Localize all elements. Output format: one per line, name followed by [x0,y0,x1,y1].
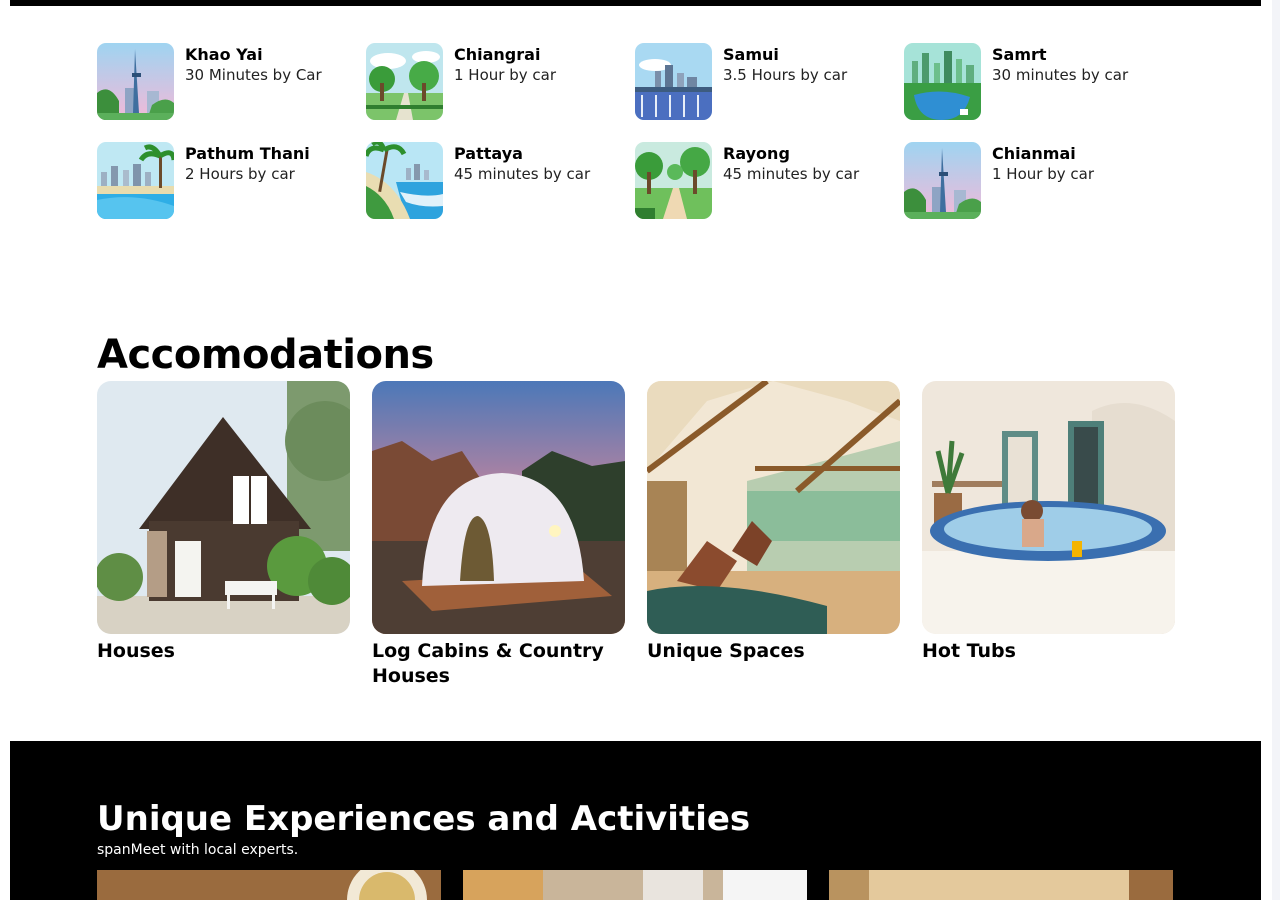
destination-item[interactable]: Khao Yai 30 Minutes by Car [97,43,366,120]
destination-name: Khao Yai [185,45,263,64]
experiences-section: Unique Experiences and Activities spanMe… [10,741,1261,900]
destination-name: Samrt [992,45,1047,64]
palm-beach-icon [366,142,443,219]
experiences-title: Unique Experiences and Activities [97,799,751,839]
park-icon [366,43,443,120]
destination-distance: 30 Minutes by Car [185,66,322,84]
destination-item[interactable]: Chiangrai 1 Hour by car [366,43,635,120]
hot-tub-photo [922,381,1175,634]
accommodation-label: Houses [97,640,175,662]
experience-card[interactable] [829,870,1173,900]
dome-photo [372,381,625,634]
accommodation-label: Log Cabins & Country Houses [372,640,604,687]
destination-distance: 1 Hour by car [454,66,556,84]
destination-name: Chianmai [992,144,1076,163]
destination-item[interactable]: Samrt 30 minutes by car [904,43,1173,120]
warm-light-photo [829,870,1173,900]
accommodations-title: Accomodations [97,332,434,378]
destination-distance: 30 minutes by car [992,66,1129,84]
a-frame-photo [647,381,900,634]
house-photo [97,381,350,634]
destination-item[interactable]: Pathum Thani 2 Hours by car [97,142,366,219]
destination-distance: 1 Hour by car [992,165,1094,183]
destination-distance: 2 Hours by car [185,165,295,183]
accommodations-grid: Houses Log Cabins & Country Houses Uniqu… [97,381,1175,689]
destination-name: Pattaya [454,144,523,163]
destination-name: Rayong [723,144,790,163]
bridge-city-icon [635,43,712,120]
top-bar [10,0,1261,6]
destination-distance: 45 minutes by car [723,165,860,183]
experiences-subtitle: spanMeet with local experts. [97,842,299,858]
experience-card[interactable] [463,870,807,900]
destination-item[interactable]: Pattaya 45 minutes by car [366,142,635,219]
tower-city-icon [904,142,981,219]
accommodation-card-hot-tubs[interactable]: Hot Tubs [922,381,1175,689]
beach-city-icon [97,142,174,219]
park-path-icon [635,142,712,219]
destination-item[interactable]: Samui 3.5 Hours by car [635,43,904,120]
accommodation-card-unique-spaces[interactable]: Unique Spaces [647,381,900,689]
nearby-destinations: Khao Yai 30 Minutes by Car Chiangrai 1 H… [97,43,1177,219]
cup-photo [97,870,441,900]
scrollbar[interactable] [1272,0,1280,900]
accommodation-card-houses[interactable]: Houses [97,381,350,689]
destination-name: Samui [723,45,779,64]
skyline-lake-icon [904,43,981,120]
accommodation-card-log-cabins[interactable]: Log Cabins & Country Houses [372,381,625,689]
destination-item[interactable]: Chianmai 1 Hour by car [904,142,1173,219]
accommodation-label: Hot Tubs [922,640,1016,662]
market-photo [463,870,807,900]
accommodation-label: Unique Spaces [647,640,805,662]
destination-item[interactable]: Rayong 45 minutes by car [635,142,904,219]
tower-city-icon [97,43,174,120]
experience-card[interactable] [97,870,441,900]
destination-distance: 45 minutes by car [454,165,591,183]
destination-name: Pathum Thani [185,144,310,163]
destination-name: Chiangrai [454,45,541,64]
destination-distance: 3.5 Hours by car [723,66,848,84]
